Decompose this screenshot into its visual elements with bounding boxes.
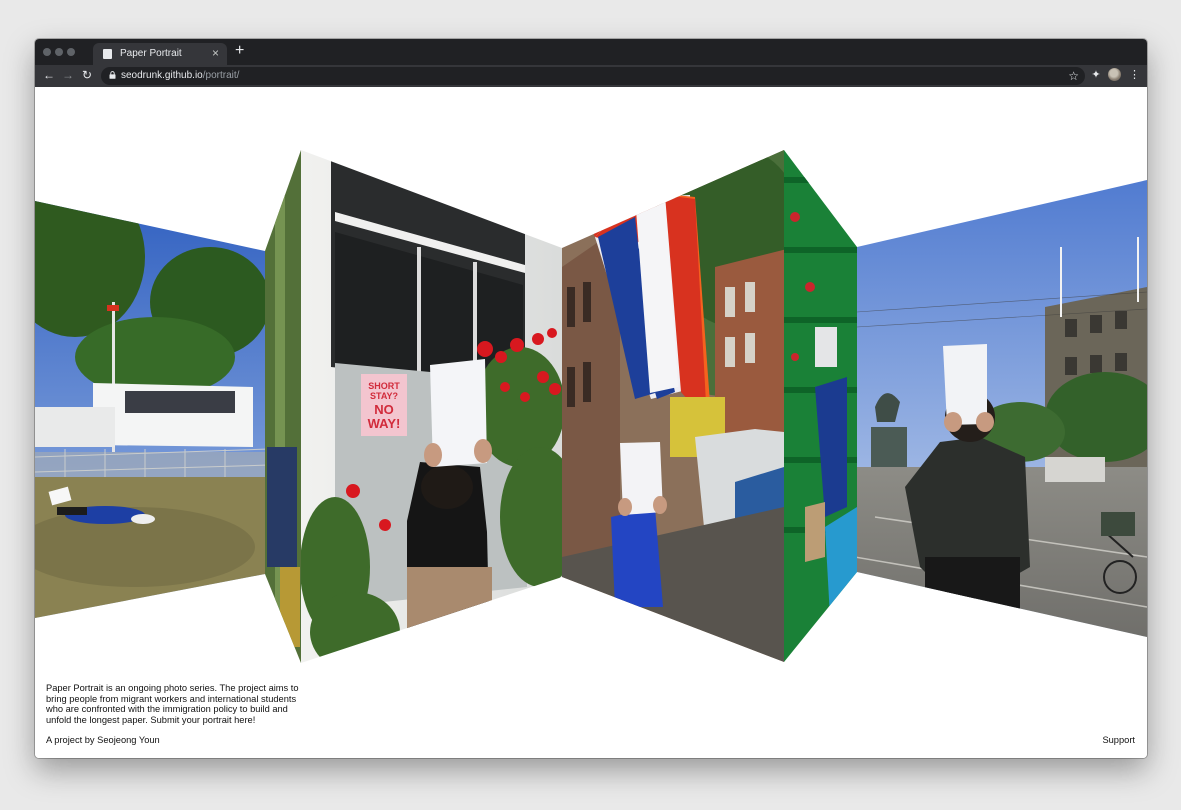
support-link[interactable]: Support: [1102, 735, 1135, 745]
bookmark-star-icon[interactable]: ☆: [1068, 68, 1079, 84]
photo-panel-city-square: [857, 180, 1147, 637]
url-path: /portrait/: [202, 70, 240, 81]
credit-text: A project by Seojeong Youn: [46, 735, 160, 745]
sign-line-1: SHORT: [368, 381, 400, 391]
extensions-icon[interactable]: ✦: [1089, 68, 1103, 82]
back-icon[interactable]: ←: [41, 67, 57, 83]
url-text[interactable]: seodrunk.github.io/portrait/: [121, 70, 239, 81]
window-minimize-dot[interactable]: [55, 48, 63, 56]
sign-line-3: NO: [374, 402, 394, 417]
tab-strip: Paper Portrait × +: [35, 39, 1147, 65]
browser-toolbar: ← → ↻ seodrunk.github.io/portrait/ ☆ ✦ ⋮: [35, 65, 1147, 87]
intro-text: Paper Portrait is an ongoing photo serie…: [46, 683, 299, 725]
photo-panel-window-roses: SHORT STAY? NO WAY!: [301, 150, 562, 663]
new-tab-icon[interactable]: +: [235, 42, 244, 60]
profile-avatar[interactable]: [1108, 68, 1121, 81]
photo-panel-flag-street: [562, 150, 784, 662]
url-host: seodrunk.github.io: [121, 70, 203, 81]
sign-line-4: WAY!: [368, 416, 401, 431]
page-favicon-icon: [103, 49, 112, 59]
menu-icon[interactable]: ⋮: [1129, 68, 1140, 82]
window-zoom-dot[interactable]: [67, 48, 75, 56]
photo-panel-park: [35, 201, 265, 618]
forward-icon[interactable]: →: [60, 67, 76, 83]
page-viewport: SHORT STAY? NO WAY! Paper Portrait is an…: [35, 87, 1147, 758]
sign-line-2: STAY?: [370, 391, 398, 401]
active-tab[interactable]: Paper Portrait ×: [93, 43, 227, 65]
address-bar[interactable]: seodrunk.github.io/portrait/ ☆: [101, 67, 1085, 85]
fold-shade: [265, 150, 301, 663]
folded-photo-gallery[interactable]: SHORT STAY? NO WAY!: [35, 87, 1147, 758]
browser-window: Paper Portrait × + ← → ↻ seodrunk.github…: [35, 39, 1147, 758]
tab-title: Paper Portrait: [120, 48, 182, 59]
window-close-dot[interactable]: [43, 48, 51, 56]
reload-icon[interactable]: ↻: [79, 67, 95, 83]
fold-shade: [784, 150, 857, 662]
tab-close-icon[interactable]: ×: [212, 46, 219, 60]
lock-icon: [109, 71, 116, 79]
